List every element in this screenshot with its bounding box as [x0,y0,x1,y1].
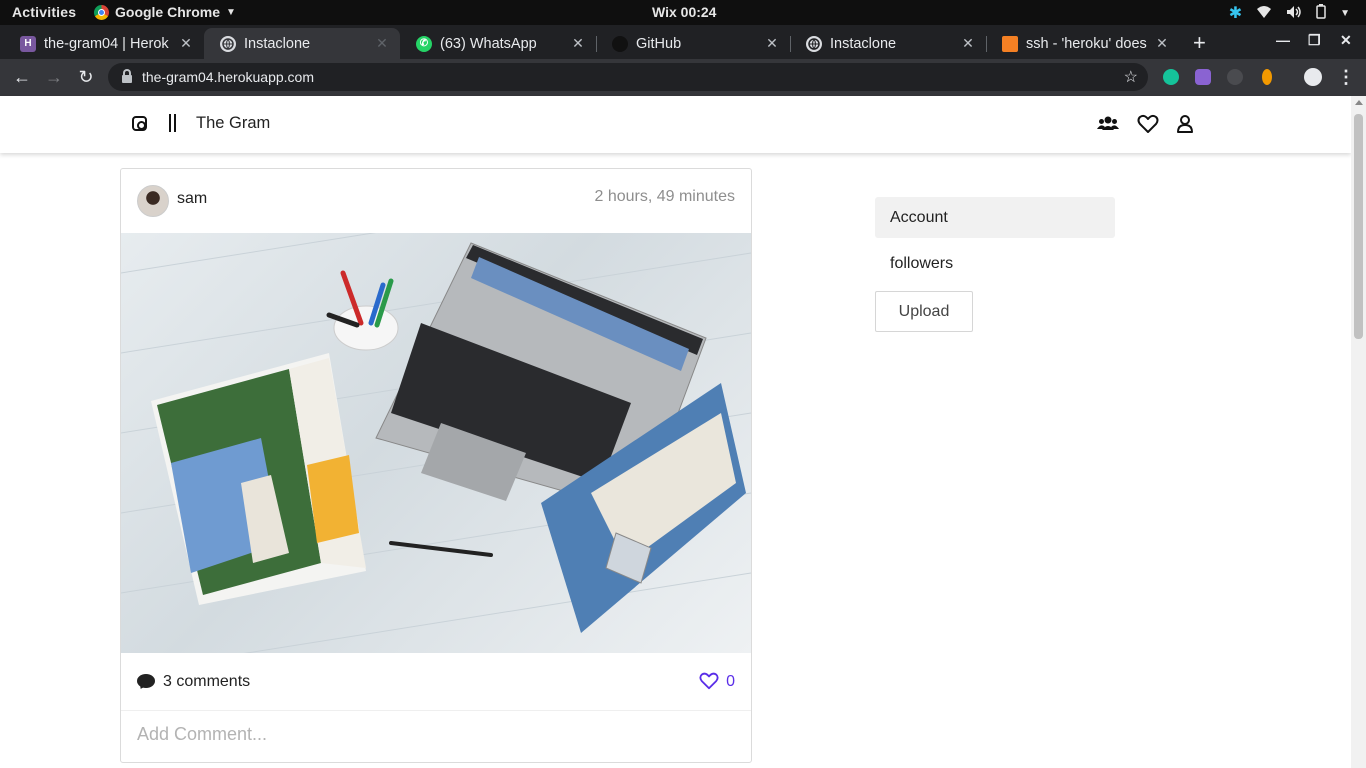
activities-button[interactable]: Activities [12,4,76,20]
slack-icon[interactable]: ✱ [1229,3,1242,23]
brand-name[interactable]: The Gram [196,114,270,133]
post-actions: 3 comments 0 [121,653,751,711]
close-window-button[interactable]: ✕ [1340,32,1352,49]
app-menu[interactable]: Google Chrome ▼ [94,4,236,20]
back-button[interactable]: ← [10,65,34,89]
app-menu-label: Google Chrome [115,4,221,20]
heart-icon[interactable] [1137,113,1159,135]
tab-heroku[interactable]: H the-gram04 | Herok ✕ [4,28,204,59]
lock-icon[interactable] [122,69,132,83]
system-top-bar: Activities Google Chrome ▼ Wix 00:24 ✱ ▼ [0,0,1366,25]
tab-title: the-gram04 | Herok [44,35,169,52]
globe-icon [806,35,822,52]
wifi-icon [1256,5,1272,22]
profile-sidebar: Account followers [875,197,1115,289]
page-scrollbar[interactable] [1351,96,1366,768]
upload-button[interactable]: Upload [875,291,973,332]
scrollbar-thumb[interactable] [1354,114,1363,339]
close-tab-icon[interactable]: ✕ [568,35,588,52]
close-tab-icon[interactable]: ✕ [176,35,196,52]
tab-title: Instaclone [244,35,311,52]
tab-stackoverflow[interactable]: ssh - 'heroku' does ✕ [986,28,1180,59]
extension-icon[interactable] [1227,69,1243,85]
bookmark-star-icon[interactable]: ☆ [1124,67,1138,87]
user-icon[interactable] [1174,113,1196,135]
sidebar-item-followers[interactable]: followers [875,243,1115,284]
browser-toolbar: ← → ↻ the-gram04.herokuapp.com ☆ ⋮ [0,59,1366,96]
post-card: sam 2 hours, 49 minutes 3 comments 0 Add… [120,168,752,763]
tab-instaclone[interactable]: Instaclone ✕ [790,28,986,59]
clock[interactable]: Wix 00:24 [652,4,716,20]
post-timestamp: 2 hours, 49 minutes [594,188,735,205]
maximize-button[interactable]: ❐ [1308,32,1321,49]
heroku-icon: H [20,35,36,52]
post-image[interactable] [121,233,751,653]
grammarly-extension-icon[interactable] [1163,69,1179,85]
tab-github[interactable]: GitHub ✕ [596,28,790,59]
instagram-icon[interactable] [132,116,147,131]
new-tab-button[interactable]: + [1193,30,1206,56]
sidebar-item-account[interactable]: Account [875,197,1115,238]
chrome-menu-icon[interactable]: ⋮ [1334,65,1358,89]
tab-title: GitHub [636,35,682,52]
battery-icon [1316,4,1326,22]
power-menu-caret-icon[interactable]: ▼ [1340,8,1350,19]
likes-count: 0 [726,673,735,690]
profile-avatar[interactable] [1304,68,1322,86]
scroll-up-icon[interactable] [1355,100,1363,105]
tab-title: (63) WhatsApp [440,35,537,52]
add-comment-input[interactable] [137,724,737,745]
extension-icon[interactable] [1195,69,1211,85]
system-tray[interactable]: ✱ ▼ [1229,3,1350,23]
url-text[interactable]: the-gram04.herokuapp.com [142,69,314,85]
tab-title: Instaclone [830,35,897,52]
reload-button[interactable]: ↻ [74,65,98,89]
close-tab-icon[interactable]: ✕ [372,35,392,52]
github-icon [612,35,628,52]
extension-icon[interactable] [1262,69,1272,85]
tab-strip: H the-gram04 | Herok ✕ Instaclone ✕ ✆ (6… [0,25,1366,59]
whatsapp-icon: ✆ [416,35,432,52]
tab-instaclone-active[interactable]: Instaclone ✕ [204,28,400,59]
minimize-button[interactable]: — [1276,32,1290,48]
site-navbar: The Gram [0,96,1351,153]
forward-button[interactable]: → [42,65,66,89]
like-heart-icon[interactable] [699,671,719,691]
globe-icon [220,35,236,52]
tab-whatsapp[interactable]: ✆ (63) WhatsApp ✕ [400,28,596,59]
divider-icon [169,114,176,132]
address-bar[interactable]: the-gram04.herokuapp.com ☆ [108,63,1148,91]
chrome-icon [94,4,109,20]
users-icon[interactable] [1097,113,1119,135]
tab-title: ssh - 'heroku' does [1026,35,1147,52]
post-username[interactable]: sam [177,190,207,208]
close-tab-icon[interactable]: ✕ [958,35,978,52]
close-tab-icon[interactable]: ✕ [762,35,782,52]
comment-icon[interactable] [137,674,155,688]
stackoverflow-icon [1002,35,1018,52]
avatar[interactable] [137,185,169,217]
comments-count[interactable]: 3 comments [163,673,250,691]
post-header: sam 2 hours, 49 minutes [121,169,751,233]
close-tab-icon[interactable]: ✕ [1152,35,1172,52]
caret-down-icon: ▼ [226,6,236,18]
volume-icon [1286,5,1302,22]
